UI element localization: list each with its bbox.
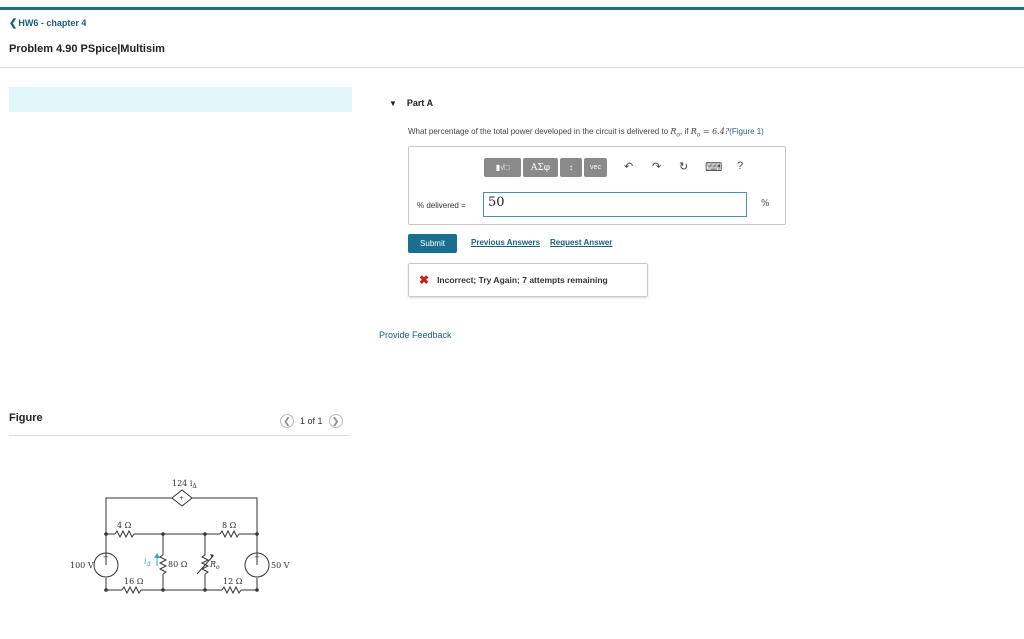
question-text: What percentage of the total power devel… [408, 127, 764, 139]
prev-figure-button[interactable]: ❮ [280, 414, 294, 428]
previous-answers-link[interactable]: Previous Answers [471, 238, 540, 247]
label-100v: 100 V [70, 561, 94, 570]
figure-pager: ❮ 1 of 1 ❯ [280, 413, 343, 429]
dep-source-label: 124 iΔ [172, 479, 197, 490]
answer-editor: ▮√□ AΣφ ↕ vec ↶ ↷ ↻ ⌨ ? % delivered = 50… [408, 146, 786, 225]
label-8-ohm: 8 Ω [222, 521, 237, 530]
help-icon[interactable]: ? [737, 160, 743, 172]
feedback-message-box: ✖ Incorrect; Try Again; 7 attempts remai… [408, 263, 648, 297]
top-accent-bar [0, 7, 1024, 10]
info-banner [9, 87, 352, 112]
answer-input[interactable]: 50 [483, 192, 747, 217]
header-divider [0, 67, 1024, 68]
resistor-12-ohm [221, 585, 242, 595]
figure-page-count: 1 of 1 [300, 416, 323, 426]
resistor-4-ohm [114, 529, 135, 539]
problem-title: Problem 4.90 PSpice|Multisim [9, 43, 165, 55]
symbols-button[interactable]: AΣφ [523, 158, 558, 177]
svg-text:+: + [179, 495, 184, 502]
back-to-assignment-link[interactable]: ❮HW6 - chapter 4 [9, 18, 86, 29]
part-a-label: Part A [406, 98, 434, 108]
label-50v: 50 V [271, 561, 290, 570]
feedback-message: Incorrect; Try Again; 7 attempts remaini… [437, 275, 608, 285]
circuit-diagram: 124 iΔ + 4 Ω 8 Ω 80 Ω 16 Ω 12 Ω Ro 100 V… [70, 479, 290, 595]
figure-label: Figure [9, 412, 43, 424]
arrows-button[interactable]: ↕ [560, 158, 582, 177]
label-12-ohm: 12 Ω [223, 577, 243, 586]
keyboard-icon[interactable]: ⌨ [705, 160, 722, 174]
label-current: iΔ [144, 557, 151, 568]
templates-button[interactable]: ▮√□ [484, 158, 521, 177]
provide-feedback-link[interactable]: Provide Feedback [379, 330, 452, 340]
collapse-triangle-icon: ▼ [389, 98, 397, 108]
svg-text:+: + [103, 553, 109, 561]
chevron-left-icon: ❮ [9, 18, 18, 29]
label-16-ohm: 16 Ω [124, 577, 144, 586]
submit-button[interactable]: Submit [408, 234, 457, 253]
resistor-80-ohm [158, 554, 168, 575]
label-4-ohm: 4 Ω [117, 521, 132, 530]
label-80-ohm: 80 Ω [168, 560, 188, 569]
request-answer-link[interactable]: Request Answer [550, 238, 612, 247]
resistor-8-ohm [219, 529, 240, 539]
part-a-header[interactable]: ▼ Part A [389, 98, 433, 108]
figure-1-link[interactable]: (Figure 1) [729, 127, 764, 136]
error-x-icon: ✖ [419, 273, 430, 287]
vector-button[interactable]: vec [584, 158, 607, 177]
undo-icon[interactable]: ↶ [624, 160, 633, 173]
math-toolbar: ▮√□ AΣφ ↕ vec [484, 158, 607, 177]
svg-text:+: + [254, 553, 260, 561]
figure-divider [9, 435, 350, 436]
answer-unit: % [761, 199, 770, 209]
redo-icon[interactable]: ↷ [652, 160, 661, 173]
resistor-16-ohm [121, 585, 142, 595]
next-figure-button[interactable]: ❯ [328, 414, 343, 428]
reset-icon[interactable]: ↻ [679, 160, 688, 173]
back-link-label: HW6 - chapter 4 [18, 18, 87, 28]
label-ro: Ro [209, 560, 220, 571]
answer-label: % delivered = [417, 201, 466, 210]
